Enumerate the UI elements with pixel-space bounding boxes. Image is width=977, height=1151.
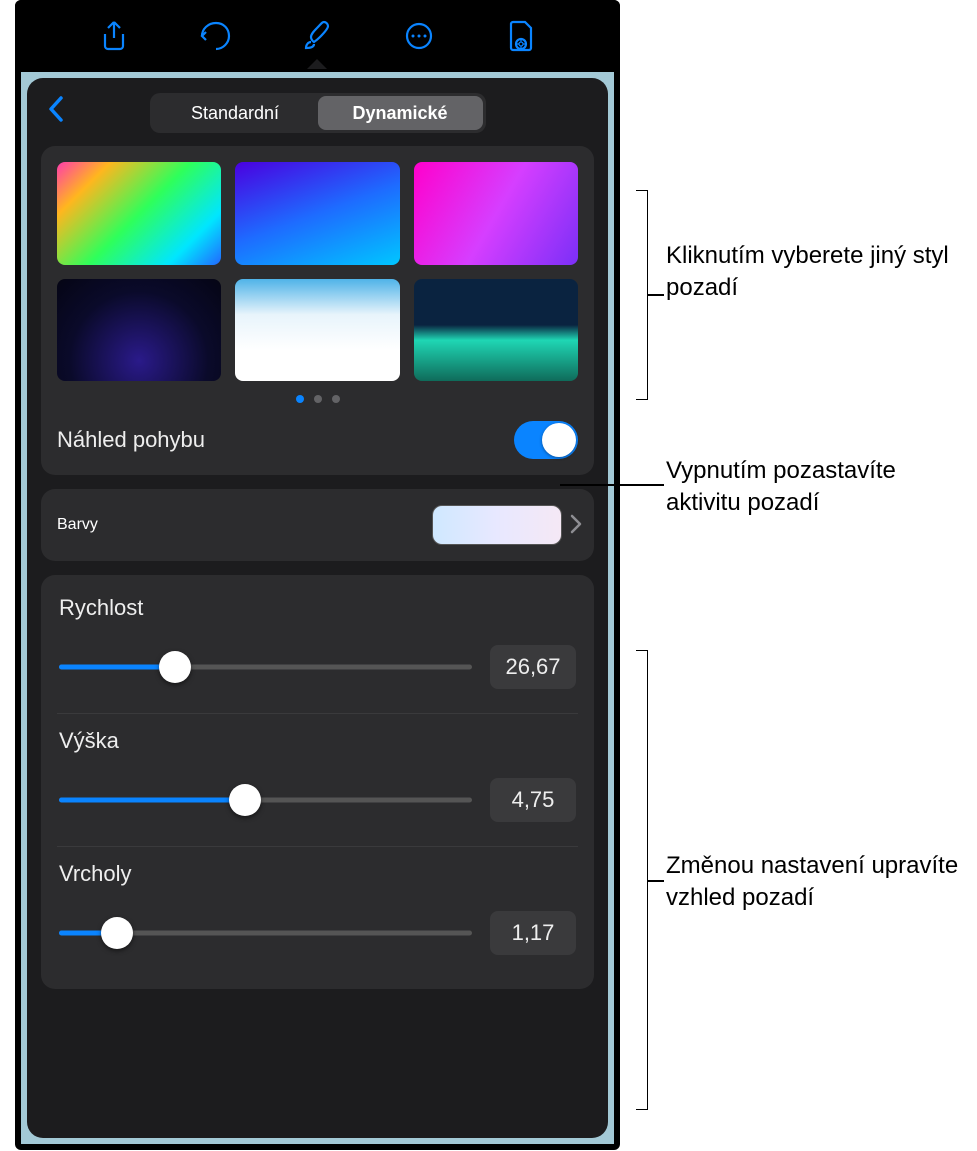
format-brush-button[interactable] bbox=[294, 13, 340, 59]
speed-value[interactable]: 26,67 bbox=[490, 645, 576, 689]
motion-preview-row: Náhled pohybu bbox=[57, 421, 578, 459]
toggle-knob bbox=[542, 423, 576, 457]
callout-1: Kliknutím vyberete jiný styl pozadí bbox=[666, 240, 977, 305]
colors-swatch[interactable] bbox=[432, 505, 562, 545]
tab-standard[interactable]: Standardní bbox=[153, 96, 318, 130]
height-group: Výška 4,75 bbox=[57, 714, 578, 846]
back-button[interactable] bbox=[41, 95, 71, 131]
bg-thumb-2[interactable] bbox=[235, 162, 399, 265]
device-frame: Standardní Dynamické Náhled pohybu bbox=[15, 0, 620, 1150]
page-dots[interactable] bbox=[57, 395, 578, 403]
bg-thumb-4[interactable] bbox=[57, 279, 221, 382]
bg-thumb-6[interactable] bbox=[414, 279, 578, 382]
height-value[interactable]: 4,75 bbox=[490, 778, 576, 822]
page-dot-2 bbox=[314, 395, 322, 403]
peaks-value[interactable]: 1,17 bbox=[490, 911, 576, 955]
panel-header: Standardní Dynamické bbox=[41, 88, 594, 138]
undo-button[interactable] bbox=[193, 13, 239, 59]
colors-label: Barvy bbox=[57, 516, 98, 534]
height-slider[interactable] bbox=[59, 785, 472, 815]
bracket-3 bbox=[636, 650, 648, 1110]
callout-2-text: Vypnutím pozastavíte aktivitu pozadí bbox=[666, 455, 977, 520]
motion-preview-toggle[interactable] bbox=[514, 421, 578, 459]
bg-thumb-5[interactable] bbox=[235, 279, 399, 382]
settings-panel: Standardní Dynamické Náhled pohybu bbox=[27, 78, 608, 1138]
height-label: Výška bbox=[59, 728, 576, 754]
more-button[interactable] bbox=[396, 13, 442, 59]
bg-thumb-3[interactable] bbox=[414, 162, 578, 265]
callout-3: Změnou nastavení upravíte vzhled pozadí bbox=[666, 850, 977, 915]
speed-label: Rychlost bbox=[59, 595, 576, 621]
toolbar bbox=[15, 0, 620, 72]
sliders-card: Rychlost 26,67 Výška 4,75 bbox=[41, 575, 594, 989]
callout-2: Vypnutím pozastavíte aktivitu pozadí bbox=[666, 455, 977, 520]
motion-preview-label: Náhled pohybu bbox=[57, 427, 205, 453]
background-thumbnails-grid bbox=[57, 162, 578, 381]
document-button[interactable] bbox=[498, 13, 544, 59]
leader-2 bbox=[560, 484, 664, 486]
page-dot-3 bbox=[332, 395, 340, 403]
tab-dynamic[interactable]: Dynamické bbox=[318, 96, 483, 130]
share-button[interactable] bbox=[91, 13, 137, 59]
speed-group: Rychlost 26,67 bbox=[57, 581, 578, 713]
background-styles-card: Náhled pohybu bbox=[41, 146, 594, 475]
style-segmented-control[interactable]: Standardní Dynamické bbox=[150, 93, 486, 133]
colors-row[interactable]: Barvy bbox=[41, 489, 594, 561]
peaks-label: Vrcholy bbox=[59, 861, 576, 887]
chevron-right-icon bbox=[562, 510, 582, 541]
speed-slider[interactable] bbox=[59, 652, 472, 682]
page-dot-1 bbox=[296, 395, 304, 403]
peaks-slider[interactable] bbox=[59, 918, 472, 948]
callout-1-text: Kliknutím vyberete jiný styl pozadí bbox=[666, 240, 977, 305]
callout-3-text: Změnou nastavení upravíte vzhled pozadí bbox=[666, 850, 977, 915]
bracket-1 bbox=[636, 190, 648, 400]
annotations: Kliknutím vyberete jiný styl pozadí Vypn… bbox=[620, 0, 977, 1150]
peaks-group: Vrcholy 1,17 bbox=[57, 847, 578, 979]
bg-thumb-1[interactable] bbox=[57, 162, 221, 265]
